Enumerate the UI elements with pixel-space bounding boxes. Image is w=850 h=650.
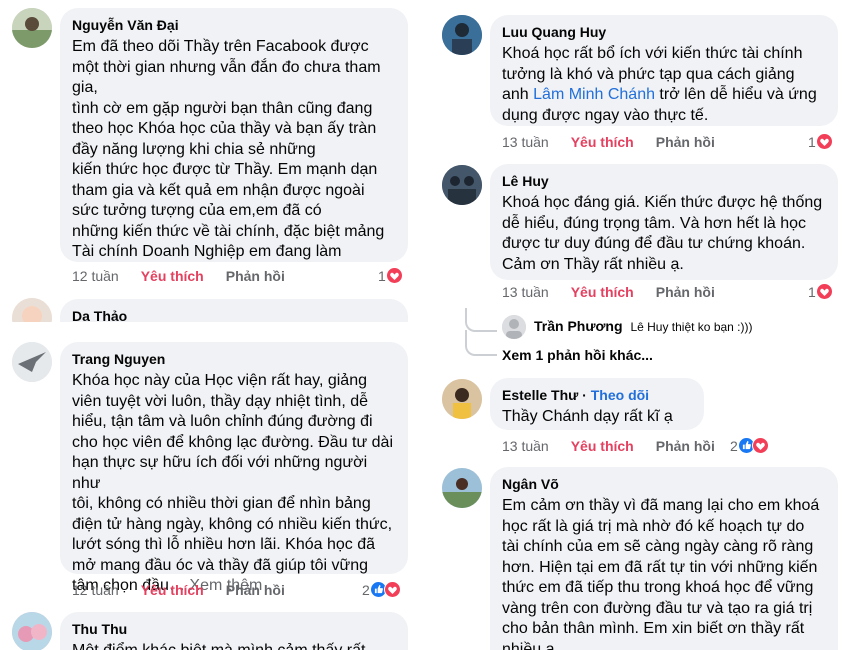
comment-actions: 12 tuần Yêu thích Phản hồi — [72, 268, 285, 284]
reaction-count[interactable]: 2 — [730, 437, 769, 454]
comment-le-huy: Lê Huy Khoá học đáng giá. Kiến thức được… — [430, 158, 850, 373]
right-comment-column: Luu Quang Huy Khoá học rất bổ ích với ki… — [430, 0, 850, 650]
comment-text: Em đã theo dõi Thầy trên Facabook được m… — [72, 38, 385, 260]
comment-actions: 13 tuần Yêu thích Phản hồi — [502, 438, 715, 454]
avatar[interactable] — [12, 342, 52, 382]
comment-thu-thu: Thu Thu Một điểm khác biệt mà mình cảm t… — [0, 604, 420, 650]
comment-time[interactable]: 13 tuần — [502, 284, 549, 300]
avatar[interactable] — [12, 612, 52, 650]
comment-luu-quang-huy: Luu Quang Huy Khoá học rất bổ ích với ki… — [430, 0, 850, 160]
comment-author[interactable]: Thu Thu — [72, 620, 396, 638]
reaction-count[interactable]: 1 — [808, 133, 833, 150]
comment-bubble: Da Thảo — [60, 299, 408, 322]
heart-icon — [815, 283, 833, 300]
comment-bubble: Trang Nguyen Khóa học này của Học viện r… — [60, 342, 408, 594]
reaction-count[interactable]: 1 — [378, 267, 403, 284]
comment-bubble: Thu Thu Một điểm khác biệt mà mình cảm t… — [60, 612, 408, 650]
comment-text: Thầy Chánh dạy rất kĩ ạ — [502, 408, 673, 425]
avatar[interactable] — [442, 379, 482, 419]
comment-bubble: Ngân Võ Em cảm ơn thầy vì đã mang lại ch… — [490, 467, 838, 650]
reply-button[interactable]: Phản hồi — [656, 284, 715, 300]
like-button[interactable]: Yêu thích — [571, 134, 634, 150]
reply-text: Lê Huy thiệt ko bạn :))) — [630, 320, 753, 334]
comment-author[interactable]: Trang Nguyen — [72, 350, 396, 368]
comment-text: Khoá học đáng giá. Kiến thức được hệ thố… — [502, 194, 823, 273]
comment-author[interactable]: Estelle Thư — [502, 387, 578, 403]
comment-bubble: Lê Huy Khoá học đáng giá. Kiến thức được… — [490, 164, 838, 280]
comment-actions: 12 tuần Yêu thích Phản hồi — [72, 582, 285, 598]
like-button[interactable]: Yêu thích — [571, 438, 634, 454]
view-more-replies-link[interactable]: Xem 1 phản hồi khác... — [502, 347, 653, 363]
heart-icon — [751, 437, 769, 454]
comment-time[interactable]: 13 tuần — [502, 134, 549, 150]
comment-time[interactable]: 13 tuần — [502, 438, 549, 454]
avatar[interactable] — [12, 298, 52, 322]
comment-bubble: Nguyễn Văn Đại Em đã theo dõi Thầy trên … — [60, 8, 408, 262]
comment-author[interactable]: Lê Huy — [502, 172, 826, 190]
reaction-count[interactable]: 2 — [362, 581, 401, 598]
like-button[interactable]: Yêu thích — [141, 582, 204, 598]
comment-actions: 13 tuần Yêu thích Phản hồi — [502, 284, 715, 300]
follow-button[interactable]: Theo dõi — [591, 387, 649, 403]
comment-time[interactable]: 12 tuần — [72, 268, 119, 284]
comment-author[interactable]: Luu Quang Huy — [502, 23, 826, 41]
mention-link[interactable]: Lâm Minh Chánh — [533, 86, 655, 103]
comment-trang-nguyen: Trang Nguyen Khóa học này của Học viện r… — [0, 334, 420, 614]
comment-bubble: Estelle Thư · Theo dõi Thầy Chánh dạy rấ… — [490, 378, 704, 430]
comment-da-thao: Da Thảo — [0, 296, 420, 322]
heart-icon — [815, 133, 833, 150]
left-comment-column: Nguyễn Văn Đại Em đã theo dõi Thầy trên … — [0, 0, 420, 650]
thread-line — [465, 308, 497, 332]
reply-button[interactable]: Phản hồi — [226, 268, 285, 284]
comment-text: Khoá học rất bổ ích với kiến thức tài ch… — [502, 44, 826, 126]
reply-author[interactable]: Trần Phương — [534, 318, 623, 334]
reaction-count[interactable]: 1 — [808, 283, 833, 300]
reaction-number: 1 — [378, 267, 386, 284]
comment-author[interactable]: Ngân Võ — [502, 475, 826, 493]
like-button[interactable]: Yêu thích — [141, 268, 204, 284]
comment-nguyen-van-dai: Nguyễn Văn Đại Em đã theo dõi Thầy trên … — [0, 0, 420, 300]
thread-line — [465, 330, 497, 356]
reply-avatar[interactable] — [502, 315, 526, 339]
reply-button[interactable]: Phản hồi — [656, 134, 715, 150]
avatar[interactable] — [12, 8, 52, 48]
comment-text: Em cảm ơn thầy vì đã mang lại cho em kho… — [502, 497, 820, 650]
comment-author[interactable]: Da Thảo — [72, 307, 396, 322]
heart-icon — [383, 581, 401, 598]
comment-text: Một điểm khác biệt mà mình cảm thấy rất — [72, 641, 396, 650]
reaction-number: 2 — [730, 437, 738, 454]
avatar[interactable] — [442, 165, 482, 205]
comment-bubble: Luu Quang Huy Khoá học rất bổ ích với ki… — [490, 15, 838, 126]
comment-time[interactable]: 12 tuần — [72, 582, 119, 598]
heart-icon — [385, 267, 403, 284]
comment-actions: 13 tuần Yêu thích Phản hồi — [502, 134, 715, 150]
reaction-number: 1 — [808, 283, 816, 300]
comment-text: Khóa học này của Học viện rất hay, giảng… — [72, 371, 396, 597]
reply-button[interactable]: Phản hồi — [656, 438, 715, 454]
comment-ngan-vo: Ngân Võ Em cảm ơn thầy vì đã mang lại ch… — [430, 462, 850, 650]
comment-author[interactable]: Nguyễn Văn Đại — [72, 16, 396, 34]
reaction-number: 1 — [808, 133, 816, 150]
comment-text-body: Khóa học này của Học viện rất hay, giảng… — [72, 372, 393, 594]
collapsed-reply[interactable]: Trần Phương Lê Huy thiệt ko bạn :))) — [534, 318, 753, 334]
avatar[interactable] — [442, 468, 482, 508]
comment-estelle-thu: Estelle Thư · Theo dõi Thầy Chánh dạy rấ… — [430, 372, 850, 462]
like-button[interactable]: Yêu thích — [571, 284, 634, 300]
avatar[interactable] — [442, 15, 482, 55]
reaction-number: 2 — [362, 581, 370, 598]
comment-author-row: Estelle Thư · Theo dõi — [502, 387, 650, 403]
reply-button[interactable]: Phản hồi — [226, 582, 285, 598]
